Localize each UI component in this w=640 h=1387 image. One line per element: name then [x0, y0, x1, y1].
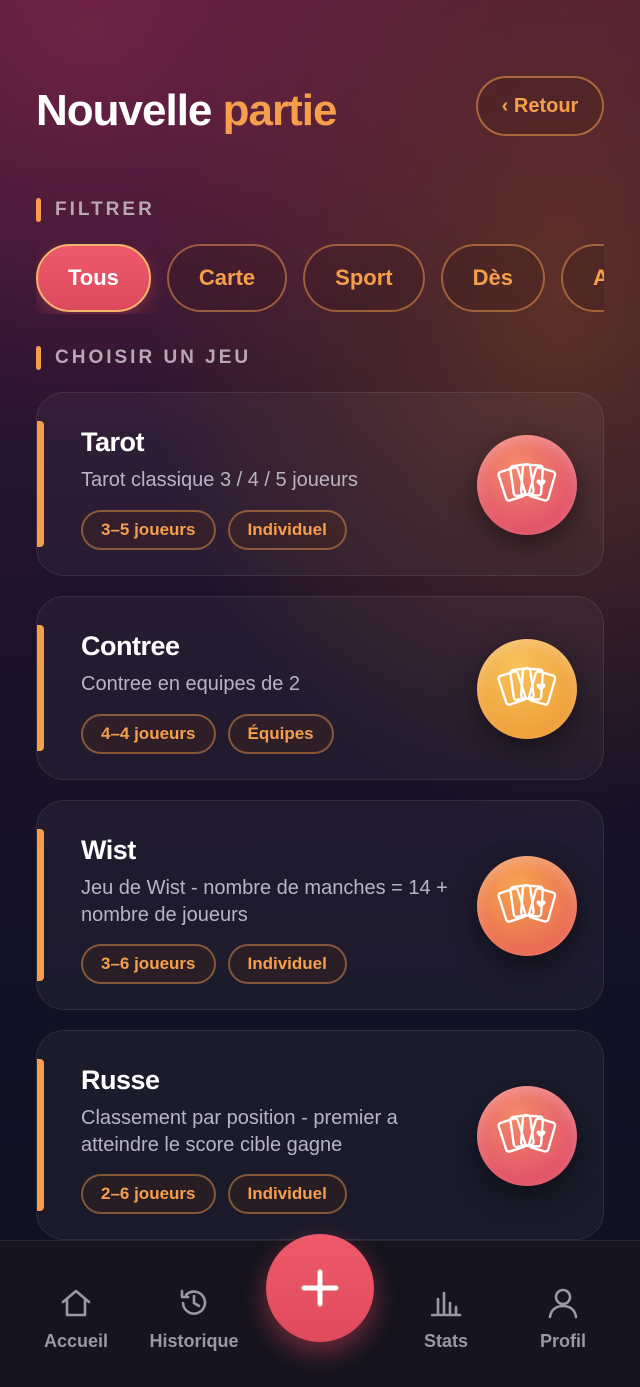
game-name: Contree — [81, 631, 180, 661]
back-button[interactable]: ‹ Retour — [476, 76, 604, 136]
players-tag: 4–4 joueurs — [81, 714, 216, 754]
game-card-contree[interactable]: Contree Contree en equipes de 2 4–4 joue… — [36, 596, 604, 780]
game-tags: 3–6 joueurs Individuel — [81, 944, 347, 984]
nav-item-accueil[interactable]: Accueil — [21, 1285, 131, 1352]
new-game-fab-button[interactable] — [266, 1234, 374, 1342]
mode-tag: Équipes — [227, 714, 334, 754]
players-tag: 3–6 joueurs — [81, 944, 216, 984]
nav-item-profil[interactable]: Profil — [508, 1285, 618, 1352]
card-accent-bar — [37, 625, 44, 751]
profile-icon — [548, 1288, 578, 1319]
filter-section-label: FILTRER — [36, 198, 155, 222]
game-description: Tarot classique 3 / 4 / 5 joueurs — [81, 469, 358, 491]
game-tags: 3–5 joueurs Individuel — [81, 510, 347, 550]
back-button-label: ‹ Retour — [501, 94, 579, 117]
chip-label: Ad — [592, 265, 604, 290]
chip-label: Tous — [68, 265, 119, 290]
game-description: Classement par position - premier a atte… — [81, 1107, 398, 1156]
stats-icon — [430, 1291, 462, 1317]
game-description: Contree en equipes de 2 — [81, 673, 301, 695]
nav-item-historique[interactable]: Historique — [139, 1285, 249, 1352]
page-title: Nouvelle partie — [36, 86, 338, 136]
chip-label: Carte — [198, 265, 256, 290]
header: Nouvelle partie ‹ Retour — [36, 76, 604, 140]
chip-label: Sport — [335, 265, 393, 290]
playing-cards-icon — [477, 639, 577, 739]
page-title-part2: partie — [222, 86, 338, 135]
card-accent-bar — [37, 421, 44, 547]
section-accent-bar — [36, 198, 41, 222]
section-accent-bar — [36, 346, 41, 370]
filter-chip-des[interactable]: Dès — [440, 244, 545, 312]
filter-chip-carte[interactable]: Carte — [166, 244, 288, 312]
plus-icon — [301, 1269, 339, 1307]
chip-label: Dès — [472, 265, 513, 290]
mode-tag: Individuel — [227, 510, 347, 550]
nav-item-stats[interactable]: Stats — [391, 1285, 501, 1352]
game-name: Russe — [81, 1065, 160, 1095]
filter-chip-ad[interactable]: Ad — [560, 244, 604, 312]
game-name: Tarot — [81, 427, 145, 457]
mode-tag: Individuel — [227, 944, 347, 984]
home-icon — [61, 1289, 91, 1317]
game-tags: 4–4 joueurs Équipes — [81, 714, 334, 754]
nav-label: Profil — [539, 1331, 586, 1351]
mode-tag: Individuel — [227, 1174, 347, 1214]
card-accent-bar — [37, 1059, 44, 1211]
games-section-label: CHOISIR UN JEU — [36, 346, 251, 370]
game-name: Wist — [81, 835, 136, 865]
nav-label: Stats — [423, 1331, 468, 1351]
card-accent-bar — [37, 829, 44, 981]
filter-label-text: FILTRER — [55, 199, 155, 220]
nav-label: Historique — [149, 1331, 239, 1351]
playing-cards-icon — [477, 435, 577, 535]
filter-chip-sport[interactable]: Sport — [303, 244, 425, 312]
page-title-part1: Nouvelle — [36, 86, 212, 135]
nav-label: Accueil — [43, 1331, 109, 1351]
game-card-tarot[interactable]: Tarot Tarot classique 3 / 4 / 5 joueurs … — [36, 392, 604, 576]
players-tag: 2–6 joueurs — [81, 1174, 216, 1214]
history-icon — [180, 1289, 207, 1315]
games-label-text: CHOISIR UN JEU — [55, 347, 252, 368]
playing-cards-icon — [477, 856, 577, 956]
filter-chip-tous[interactable]: Tous — [36, 244, 151, 312]
filter-chips-row[interactable]: Tous Carte Sport Dès Ad — [36, 244, 604, 314]
game-tags: 2–6 joueurs Individuel — [81, 1174, 347, 1214]
game-description: Jeu de Wist - nombre de manches = 14 + n… — [81, 877, 448, 926]
playing-cards-icon — [477, 1086, 577, 1186]
game-card-wist[interactable]: Wist Jeu de Wist - nombre de manches = 1… — [36, 800, 604, 1010]
game-card-russe[interactable]: Russe Classement par position - premier … — [36, 1030, 604, 1240]
players-tag: 3–5 joueurs — [81, 510, 216, 550]
